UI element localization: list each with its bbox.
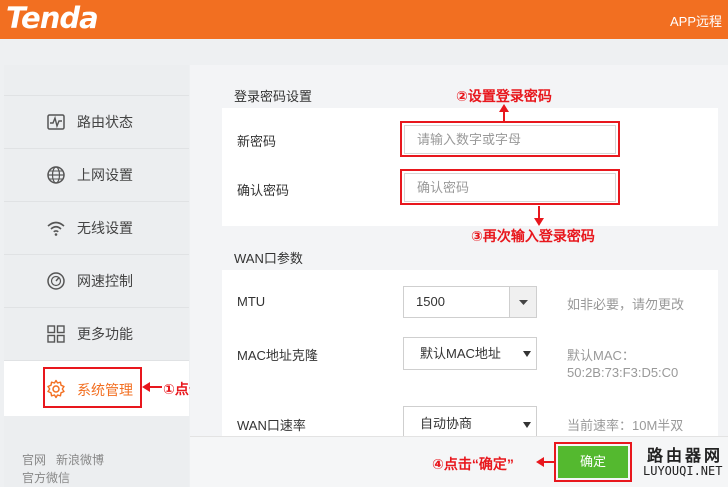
official-site-link[interactable]: 官网	[22, 453, 46, 467]
arrow-step3-icon	[534, 206, 544, 226]
chevron-down-icon	[523, 351, 531, 357]
mtu-hint: 如非必要，请勿更改	[567, 297, 685, 312]
mtu-value: 1500	[416, 294, 445, 309]
weibo-link[interactable]: 新浪微博	[56, 453, 104, 467]
sidebar-item-label: 更多功能	[77, 326, 133, 342]
wan-rate-label: WAN口速率	[237, 418, 306, 433]
sidebar-item-more-features[interactable]: 更多功能	[4, 307, 189, 357]
footer-links-row1: 官网 新浪微博	[22, 451, 104, 468]
wan-rate-value: 自动协商	[420, 416, 473, 431]
mac-hint-line1: 默认MAC：	[567, 348, 635, 363]
arrow-step1-icon	[142, 382, 162, 392]
sidebar-item-speed-control[interactable]: 网速控制	[4, 254, 189, 304]
new-password-label: 新密码	[237, 134, 277, 149]
chevron-down-icon	[523, 422, 531, 428]
pulse-icon	[47, 114, 65, 130]
arrow-step4-icon	[536, 457, 556, 467]
mtu-label: MTU	[237, 294, 266, 309]
gauge-icon	[47, 272, 65, 290]
sidebar-item-label: 路由状态	[77, 114, 133, 130]
confirm-button[interactable]: 确定	[554, 442, 632, 482]
annotation-step4: ④点击“确定”	[432, 456, 514, 472]
confirm-password-label: 确认密码	[237, 183, 290, 198]
mac-clone-select[interactable]: 默认MAC地址	[403, 337, 537, 370]
mtu-input[interactable]: 1500	[403, 286, 537, 318]
wan-section-title: WAN口参数	[234, 251, 303, 266]
sidebar-item-label: 网速控制	[77, 273, 133, 289]
mac-clone-label: MAC地址克隆	[237, 348, 318, 363]
sidebar: 路由状态 上网设置 无线设置 网速控制 更多功能 系统管理 官网 新浪微博 官方…	[4, 65, 189, 487]
mac-clone-value: 默认MAC地址	[420, 346, 501, 361]
system-management-highlight	[43, 367, 142, 408]
app-remote-link[interactable]: APP远程	[670, 11, 722, 30]
top-bar: Tenda APP远程	[0, 0, 728, 39]
globe-icon	[47, 166, 65, 184]
sidebar-item-wireless-settings[interactable]: 无线设置	[4, 201, 189, 251]
grid-icon	[47, 325, 65, 343]
watermark-url: LUYOUQI.NET	[643, 464, 723, 478]
sidebar-item-internet-settings[interactable]: 上网设置	[4, 148, 189, 198]
chevron-down-icon	[519, 300, 528, 305]
password-section-title: 登录密码设置	[234, 89, 313, 104]
wan-rate-select[interactable]: 自动协商	[403, 406, 537, 436]
annotation-step2: ②设置登录密码	[456, 88, 552, 104]
wifi-icon	[47, 221, 65, 236]
mtu-dropdown-button[interactable]	[509, 287, 536, 317]
mac-hint-line2: 50:2B:73:F3:D5:C0	[567, 365, 679, 380]
sidebar-item-label: 上网设置	[77, 167, 133, 183]
arrow-step2-icon	[499, 104, 509, 122]
wan-rate-hint: 当前速率：10M半双	[567, 418, 684, 433]
sidebar-item-label: 无线设置	[77, 220, 133, 236]
footer-links-row2: 官方微信	[22, 469, 70, 486]
new-password-highlight	[400, 121, 620, 157]
tenda-logo[interactable]: Tenda	[6, 1, 99, 35]
confirm-password-highlight	[400, 169, 620, 205]
sidebar-item-router-status[interactable]: 路由状态	[4, 95, 189, 145]
wechat-link[interactable]: 官方微信	[22, 471, 70, 485]
watermark-title: 路由器网	[647, 448, 724, 465]
annotation-step3: ③再次输入登录密码	[471, 228, 595, 244]
